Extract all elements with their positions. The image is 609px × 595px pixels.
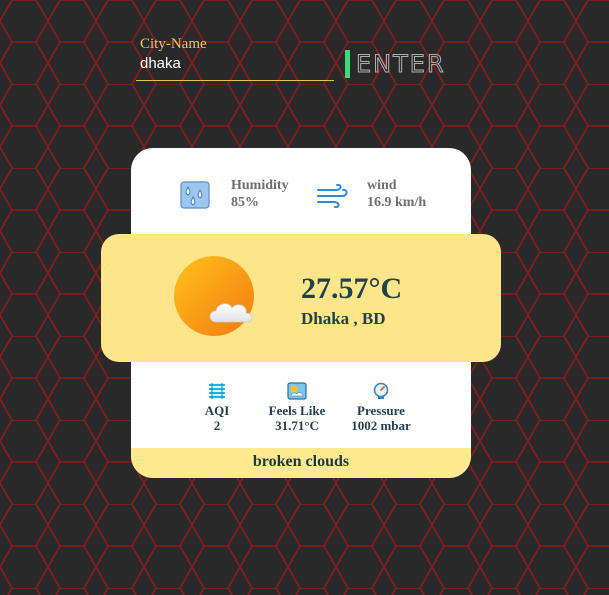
city-name-label: City-Name — [140, 36, 207, 52]
city-name-input[interactable]: dhaka — [140, 55, 181, 72]
wind-icon — [317, 184, 348, 208]
pressure-stat: Pressure 1002 mbar — [341, 382, 421, 433]
humidity-stat: Humidity 85% — [231, 177, 289, 211]
feels-like-value: 31.71°C — [275, 418, 319, 433]
temperature: 27.57°C — [301, 272, 403, 305]
aqi-label: AQI — [204, 403, 230, 418]
current-weather-panel: 27.57°C Dhaka , BD — [101, 234, 501, 362]
enter-button[interactable]: ENTER — [345, 50, 457, 79]
aqi-value: 2 — [213, 418, 221, 433]
location: Dhaka , BD — [301, 309, 386, 328]
aqi-stat: AQI 2 — [193, 382, 241, 433]
partly-cloudy-sun-icon — [174, 256, 254, 336]
wind-value: 16.9 km/h — [367, 195, 427, 210]
humidity-icon — [180, 181, 210, 209]
humidity-label: Humidity — [231, 178, 289, 193]
wind-label: wind — [367, 178, 397, 193]
pressure-label: Pressure — [357, 403, 405, 418]
city-name-field[interactable]: City-Name dhaka — [136, 36, 334, 81]
feels-like-icon — [287, 382, 307, 400]
feels-like-stat: Feels Like 31.71°C — [257, 382, 337, 433]
aqi-icon — [208, 383, 226, 399]
humidity-value: 85% — [231, 195, 259, 210]
pressure-gauge-icon — [373, 382, 389, 399]
wind-stat: wind 16.9 km/h — [367, 177, 426, 211]
feels-like-label: Feels Like — [268, 403, 326, 418]
weather-description: broken clouds — [131, 448, 471, 478]
pressure-value: 1002 mbar — [351, 418, 411, 433]
